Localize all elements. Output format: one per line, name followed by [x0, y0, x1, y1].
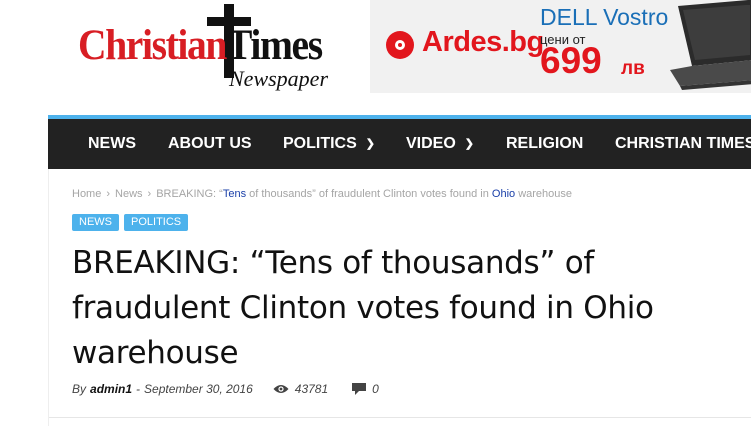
- ad-brand: Ardes.bg: [422, 26, 544, 58]
- chevron-right-icon: ›: [106, 188, 111, 200]
- nav-item-label: VIDEO: [406, 135, 456, 152]
- chevron-down-icon: ❯: [464, 138, 475, 150]
- logo-subtitle: Newspaper: [229, 66, 328, 91]
- ad-currency: лв: [621, 58, 645, 79]
- comment-count[interactable]: 0: [372, 382, 379, 396]
- breadcrumb-text: BREAKING: “: [156, 188, 223, 200]
- nav-item-politics[interactable]: POLITICS ❯: [283, 119, 375, 169]
- laptop-icon: [670, 0, 751, 90]
- breadcrumb: Home › News › BREAKING: “Tens of thousands” …: [72, 188, 572, 200]
- site-logo[interactable]: ChristianTimes Newspaper: [74, 4, 336, 96]
- nav-item-label: POLITICS: [283, 135, 357, 152]
- chevron-right-icon: ›: [147, 188, 152, 200]
- chevron-down-icon: ❯: [365, 138, 375, 150]
- meta-separator: -: [136, 382, 141, 396]
- article-header: Home › News › BREAKING: “Tens of thousands” …: [48, 169, 751, 426]
- logo-word-christian: Christian: [78, 22, 227, 69]
- breadcrumb-text: warehouse: [515, 188, 573, 200]
- category-tag-news[interactable]: NEWS: [72, 214, 119, 231]
- breadcrumb-text-highlight: Ohio: [491, 188, 516, 200]
- breadcrumb-text-highlight: Tens: [222, 188, 247, 200]
- breadcrumb-text: of thousands” of fraudulent Clinton vote…: [246, 188, 492, 200]
- nav-item-christian-times[interactable]: CHRISTIAN TIMES: [615, 119, 751, 169]
- comment-icon[interactable]: [352, 383, 367, 395]
- logo-wordmark: ChristianTimes: [78, 22, 323, 69]
- category-tag-politics[interactable]: POLITICS: [124, 214, 189, 231]
- nav-item-religion[interactable]: RELIGION: [506, 119, 583, 169]
- category-tags: NEWS POLITICS: [72, 210, 193, 231]
- nav-item-about-us[interactable]: ABOUT US: [168, 119, 252, 169]
- main-navigation: NEWS ABOUT US POLITICS ❯ VIDEO ❯ RELIGION …: [48, 115, 751, 169]
- divider: [49, 417, 751, 418]
- site-header: ChristianTimes Newspaper Ardes.bg DELL V…: [0, 0, 751, 115]
- nav-item-news[interactable]: NEWS: [88, 119, 136, 169]
- publish-date: September 30, 2016: [144, 382, 253, 396]
- logo-word-times: Times: [226, 22, 323, 69]
- breadcrumb-current: BREAKING: “Tens of thousands” of fraudul…: [156, 188, 572, 200]
- author-link[interactable]: admin1: [90, 382, 132, 396]
- ad-product: DELL Vostro: [540, 4, 669, 30]
- nav-item-label: RELIGION: [506, 135, 584, 152]
- ardes-logo-icon: [386, 31, 414, 59]
- byline-prefix: By: [72, 382, 87, 396]
- ad-price: 699: [540, 40, 602, 81]
- nav-item-label: NEWS: [88, 135, 136, 152]
- nav-item-label: ABOUT US: [168, 135, 252, 152]
- nav-item-label: CHRISTIAN TIMES: [615, 135, 751, 152]
- nav-item-video[interactable]: VIDEO ❯: [406, 119, 474, 169]
- ad-banner[interactable]: Ardes.bg DELL Vostro цени от 699 лв: [370, 0, 751, 93]
- breadcrumb-home[interactable]: Home: [72, 188, 101, 200]
- article-meta: By admin1 - September 30, 2016 43781 0: [72, 382, 379, 396]
- eye-icon: [273, 384, 289, 394]
- view-count: 43781: [294, 382, 329, 396]
- breadcrumb-news[interactable]: News: [115, 188, 143, 200]
- article-title: BREAKING: “Tens of thousands” of fraudul…: [72, 245, 654, 371]
